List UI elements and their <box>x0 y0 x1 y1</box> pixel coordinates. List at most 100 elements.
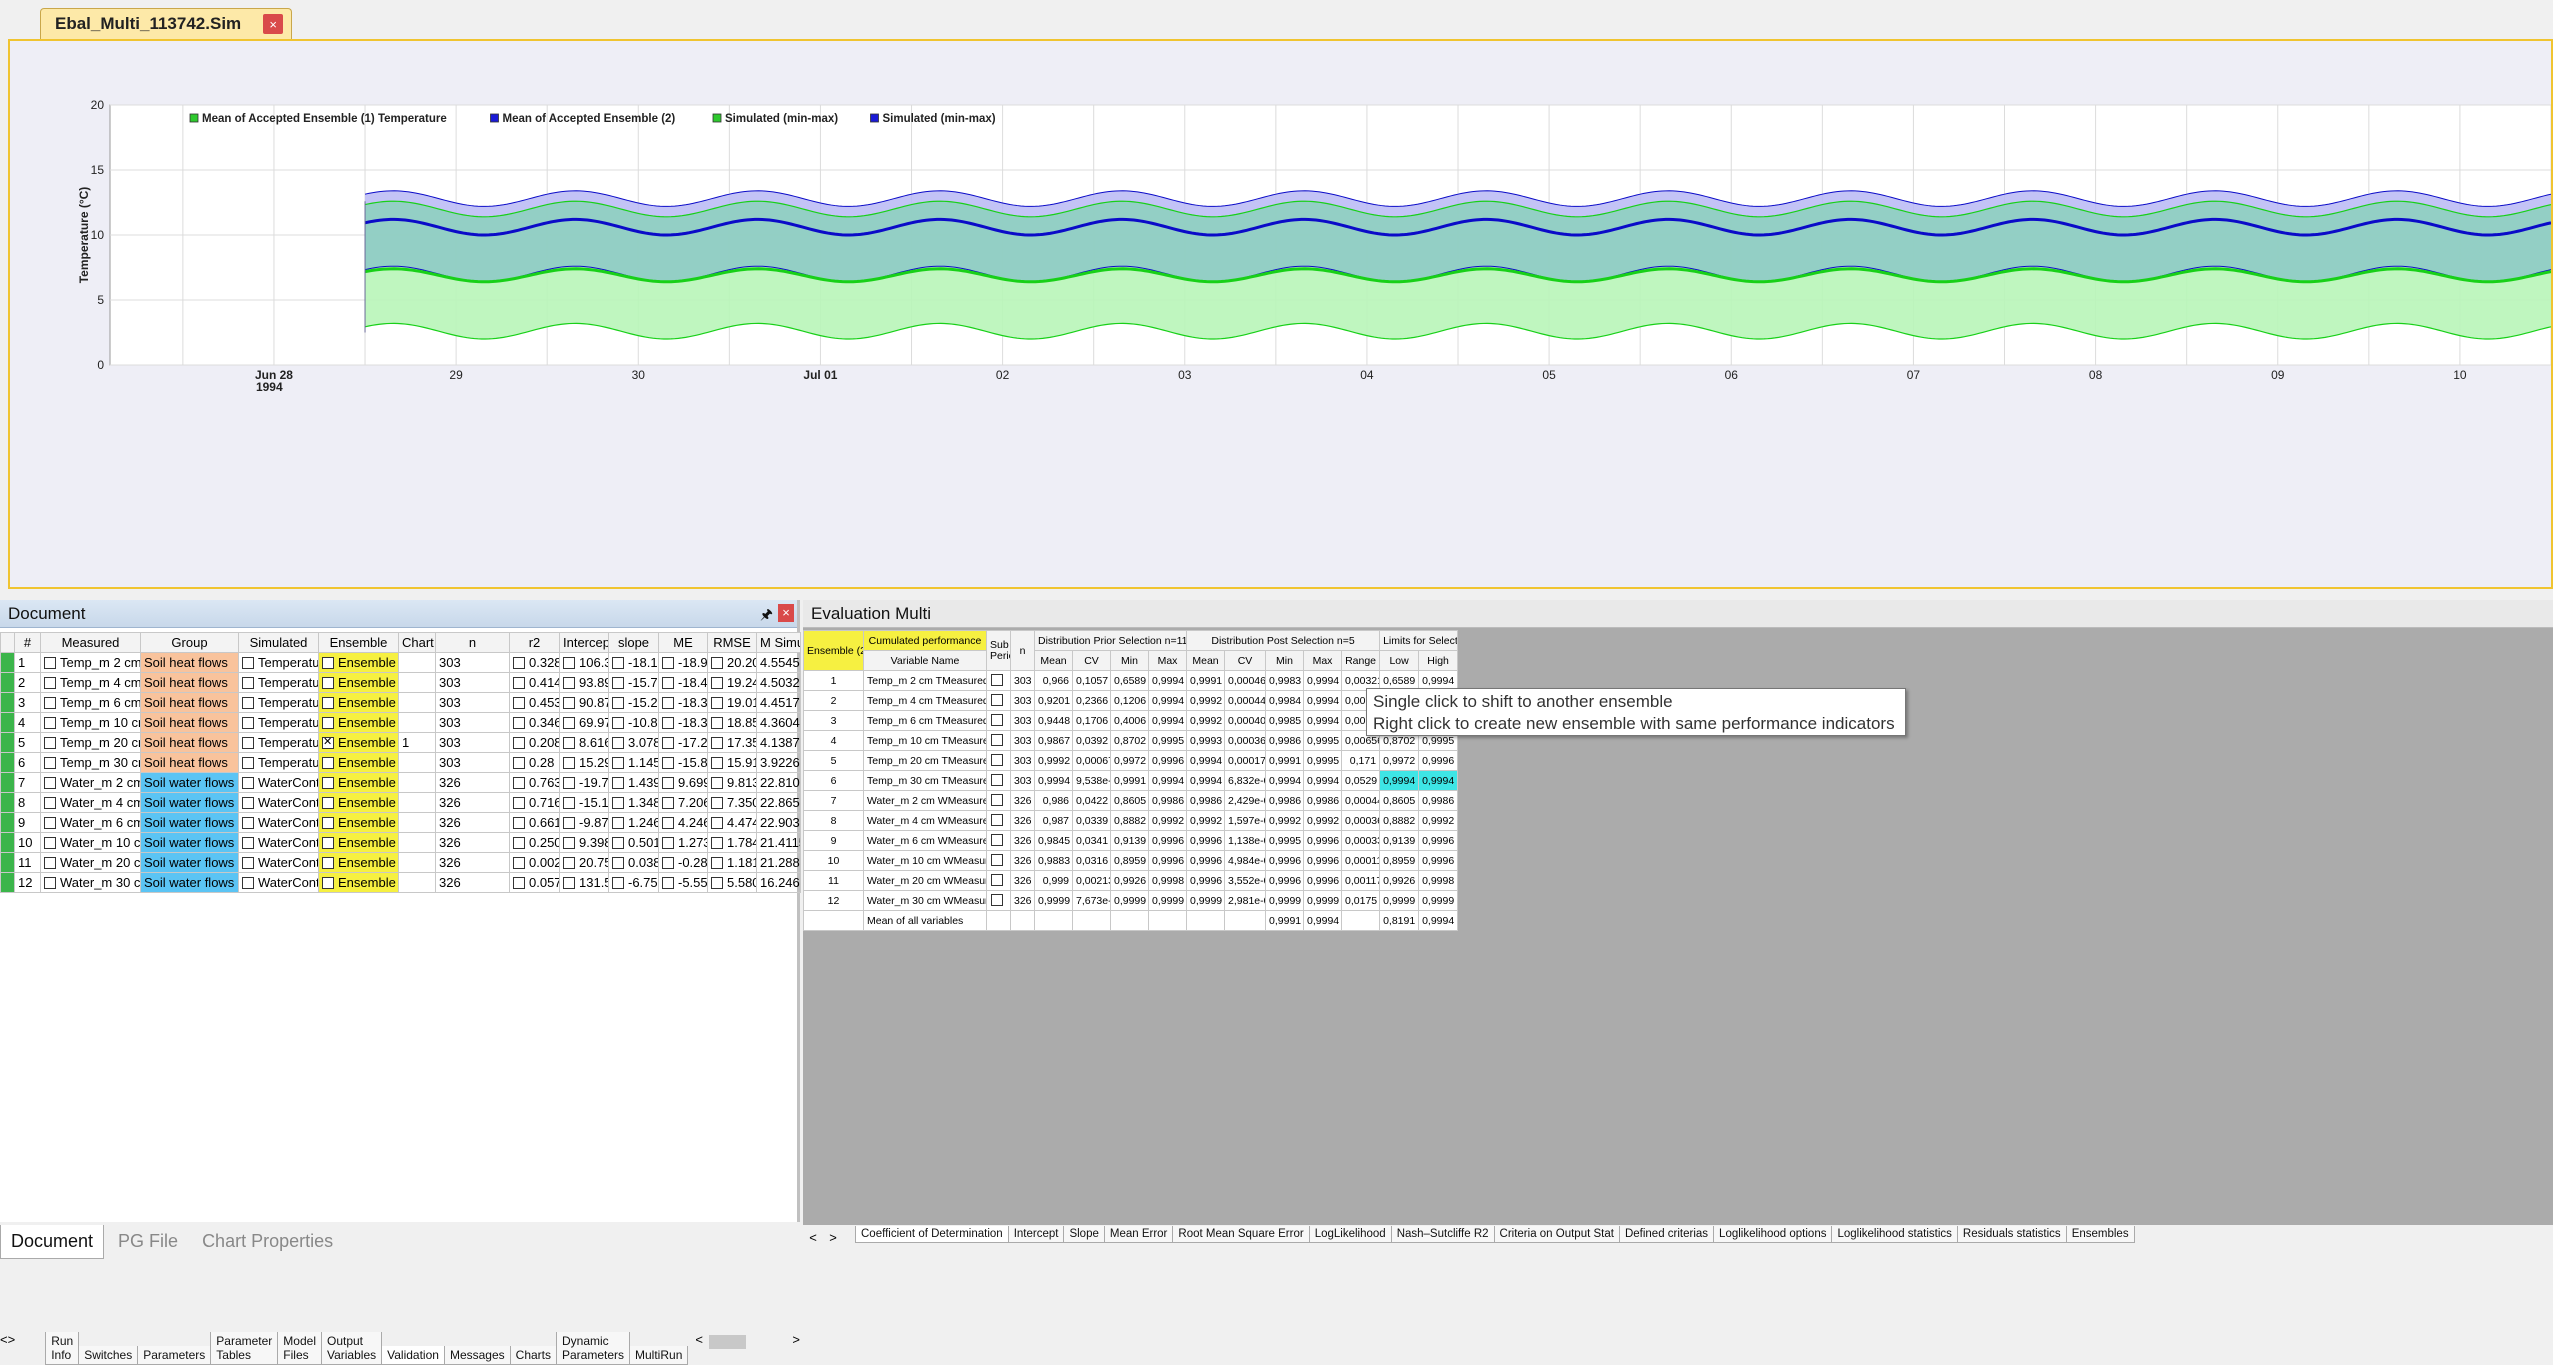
eval-tab[interactable]: LogLikelihood <box>1308 1226 1392 1243</box>
me-checkbox[interactable] <box>662 757 674 769</box>
col-header-slope[interactable]: slope <box>608 632 659 653</box>
sub-period-cell[interactable] <box>986 710 1011 731</box>
col-header-intercept[interactable]: Intercept <box>559 632 609 653</box>
sheet-tab[interactable]: Dynamic Parameters <box>556 1332 631 1365</box>
table-row[interactable]: 8 Water_m 4 cm WMeasSoil water flows Water… <box>0 792 801 813</box>
me-cell[interactable]: -18.3708 <box>658 712 708 733</box>
me-checkbox[interactable] <box>662 877 674 889</box>
eval-tab[interactable]: Ensembles <box>2065 1226 2135 1243</box>
table-row[interactable]: 11Water_m 20 cm WMeasured 3260,9990,00213… <box>803 870 1459 891</box>
intercept-cell[interactable]: 15.2991 <box>559 752 609 773</box>
hscroll-left-arrow[interactable]: < <box>695 1332 703 1347</box>
rmse-checkbox[interactable] <box>711 677 723 689</box>
sheet-tab[interactable]: Parameter Tables <box>210 1332 279 1365</box>
rmse-cell[interactable]: 7.35069 <box>707 792 757 813</box>
ensemble-cell[interactable]: Ensemble (2) <box>318 752 399 773</box>
col-header-simulated[interactable]: Simulated <box>238 632 319 653</box>
simulated-cell[interactable]: WaterContent(8) <box>238 852 319 873</box>
col-header-chart[interactable]: Chart <box>398 632 436 653</box>
simulated-cell[interactable]: Temperature(2) <box>238 672 319 693</box>
simulated-cell[interactable]: WaterContent(5) <box>238 832 319 853</box>
ensemble-checkbox[interactable] <box>322 697 334 709</box>
ensemble-cell[interactable]: Ensemble (2) <box>318 852 399 873</box>
measured-checkbox[interactable] <box>44 817 56 829</box>
sheet-tab[interactable]: Output Variables <box>320 1332 383 1365</box>
r2-cell[interactable]: 0.763974 <box>509 772 560 793</box>
row-selector[interactable] <box>0 672 15 693</box>
rmse-cell[interactable]: 5.58014 <box>707 872 757 893</box>
rmse-cell[interactable]: 9.81392 <box>707 772 757 793</box>
row-selector[interactable] <box>0 852 15 873</box>
slope-cell[interactable]: -18.1992 <box>608 652 659 673</box>
group-cell[interactable]: Soil heat flows <box>140 672 239 693</box>
rmse-cell[interactable]: 1.18124 <box>707 852 757 873</box>
r2-cell[interactable]: 0.41496 <box>509 672 560 693</box>
group-cell[interactable]: Soil water flows <box>140 792 239 813</box>
r2-checkbox[interactable] <box>513 777 525 789</box>
panel-tab[interactable]: PG File <box>108 1225 188 1258</box>
me-cell[interactable]: -15.8704 <box>658 752 708 773</box>
cumulated-performance-header[interactable]: Cumulated performance <box>863 630 987 651</box>
row-number[interactable]: 4 <box>803 730 864 751</box>
group-cell[interactable]: Soil heat flows <box>140 712 239 733</box>
row-number[interactable]: 2 <box>803 690 864 711</box>
chart-cell[interactable] <box>398 852 436 873</box>
me-cell[interactable]: 1.27375 <box>658 832 708 853</box>
high-limit-cell[interactable]: 0,9998 <box>1418 870 1459 891</box>
group-cell[interactable]: Soil heat flows <box>140 732 239 753</box>
ensemble-cell[interactable]: Ensemble (2) <box>318 692 399 713</box>
rmse-cell[interactable]: 1.78487 <box>707 832 757 853</box>
me-checkbox[interactable] <box>662 817 674 829</box>
row-selector[interactable] <box>0 832 15 853</box>
intercept-cell[interactable]: 9.39834 <box>559 832 609 853</box>
simulated-checkbox[interactable] <box>242 857 254 869</box>
row-number[interactable]: 7 <box>803 790 864 811</box>
intercept-cell[interactable]: 93.8945 <box>559 672 609 693</box>
intercept-checkbox[interactable] <box>563 717 575 729</box>
simulated-checkbox[interactable] <box>242 817 254 829</box>
measured-checkbox[interactable] <box>44 757 56 769</box>
row-number[interactable]: 6 <box>803 770 864 791</box>
slope-cell[interactable]: 3.07849 <box>608 732 659 753</box>
table-row[interactable]: 7 Water_m 2 cm WMeasSoil water flows Water… <box>0 772 801 793</box>
measured-cell[interactable]: Temp_m 10 cm TMeas <box>40 712 141 733</box>
simulated-checkbox[interactable] <box>242 777 254 789</box>
sub-period-cell[interactable] <box>986 790 1011 811</box>
sub-period-cell[interactable] <box>986 850 1011 871</box>
row-selector[interactable] <box>0 812 15 833</box>
r2-checkbox[interactable] <box>513 797 525 809</box>
measured-cell[interactable]: Temp_m 2 cm TMeasu <box>40 652 141 673</box>
rmse-checkbox[interactable] <box>711 837 723 849</box>
high-limit-cell[interactable]: 0,9999 <box>1418 890 1459 911</box>
slope-checkbox[interactable] <box>612 697 624 709</box>
low-limit-cell[interactable]: 0,8882 <box>1379 810 1420 831</box>
col-header-ensemble[interactable]: Ensemble <box>318 632 399 653</box>
chart-cell[interactable] <box>398 832 436 853</box>
ensemble-checkbox[interactable] <box>322 797 334 809</box>
ensemble-cell[interactable]: Ensemble (2) <box>318 832 399 853</box>
intercept-cell[interactable]: 90.8786 <box>559 692 609 713</box>
table-row[interactable]: 5Temp_m 20 cm TMeasured 3030,99920,000671… <box>803 750 1459 771</box>
low-limit-cell[interactable]: 0,9999 <box>1379 890 1420 911</box>
measured-cell[interactable]: Water_m 30 cm WMe <box>40 872 141 893</box>
panel-tab[interactable]: Document <box>0 1224 105 1259</box>
chart-cell[interactable] <box>398 812 436 833</box>
group-cell[interactable]: Soil water flows <box>140 872 239 893</box>
slope-cell[interactable]: 1.24672 <box>608 812 659 833</box>
simulated-checkbox[interactable] <box>242 797 254 809</box>
table-row[interactable]: 10Water_m 10 cm WMeasured 3260,98830,0316… <box>803 850 1459 871</box>
simulated-checkbox[interactable] <box>242 697 254 709</box>
sheet-tab[interactable]: Charts <box>509 1346 557 1365</box>
sub-period-cell[interactable] <box>986 730 1011 751</box>
simulated-cell[interactable]: Temperature(3) <box>238 692 319 713</box>
row-selector[interactable] <box>0 792 15 813</box>
slope-checkbox[interactable] <box>612 717 624 729</box>
table-row[interactable]: 8 Water_m 4 cm WMeasured 326 0,987 0,0339 0,8… <box>803 810 1459 831</box>
chart-cell[interactable] <box>398 712 436 733</box>
high-limit-cell[interactable]: 0,9994 <box>1418 770 1459 791</box>
table-row[interactable]: 11 Water_m 20 cm WMeSoil water flows Water… <box>0 852 801 873</box>
simulated-cell[interactable]: Temperature(8) <box>238 732 319 753</box>
measured-checkbox[interactable] <box>44 677 56 689</box>
ensemble-cell[interactable]: Ensemble (2) <box>318 652 399 673</box>
eval-tab[interactable]: Slope <box>1063 1226 1105 1243</box>
